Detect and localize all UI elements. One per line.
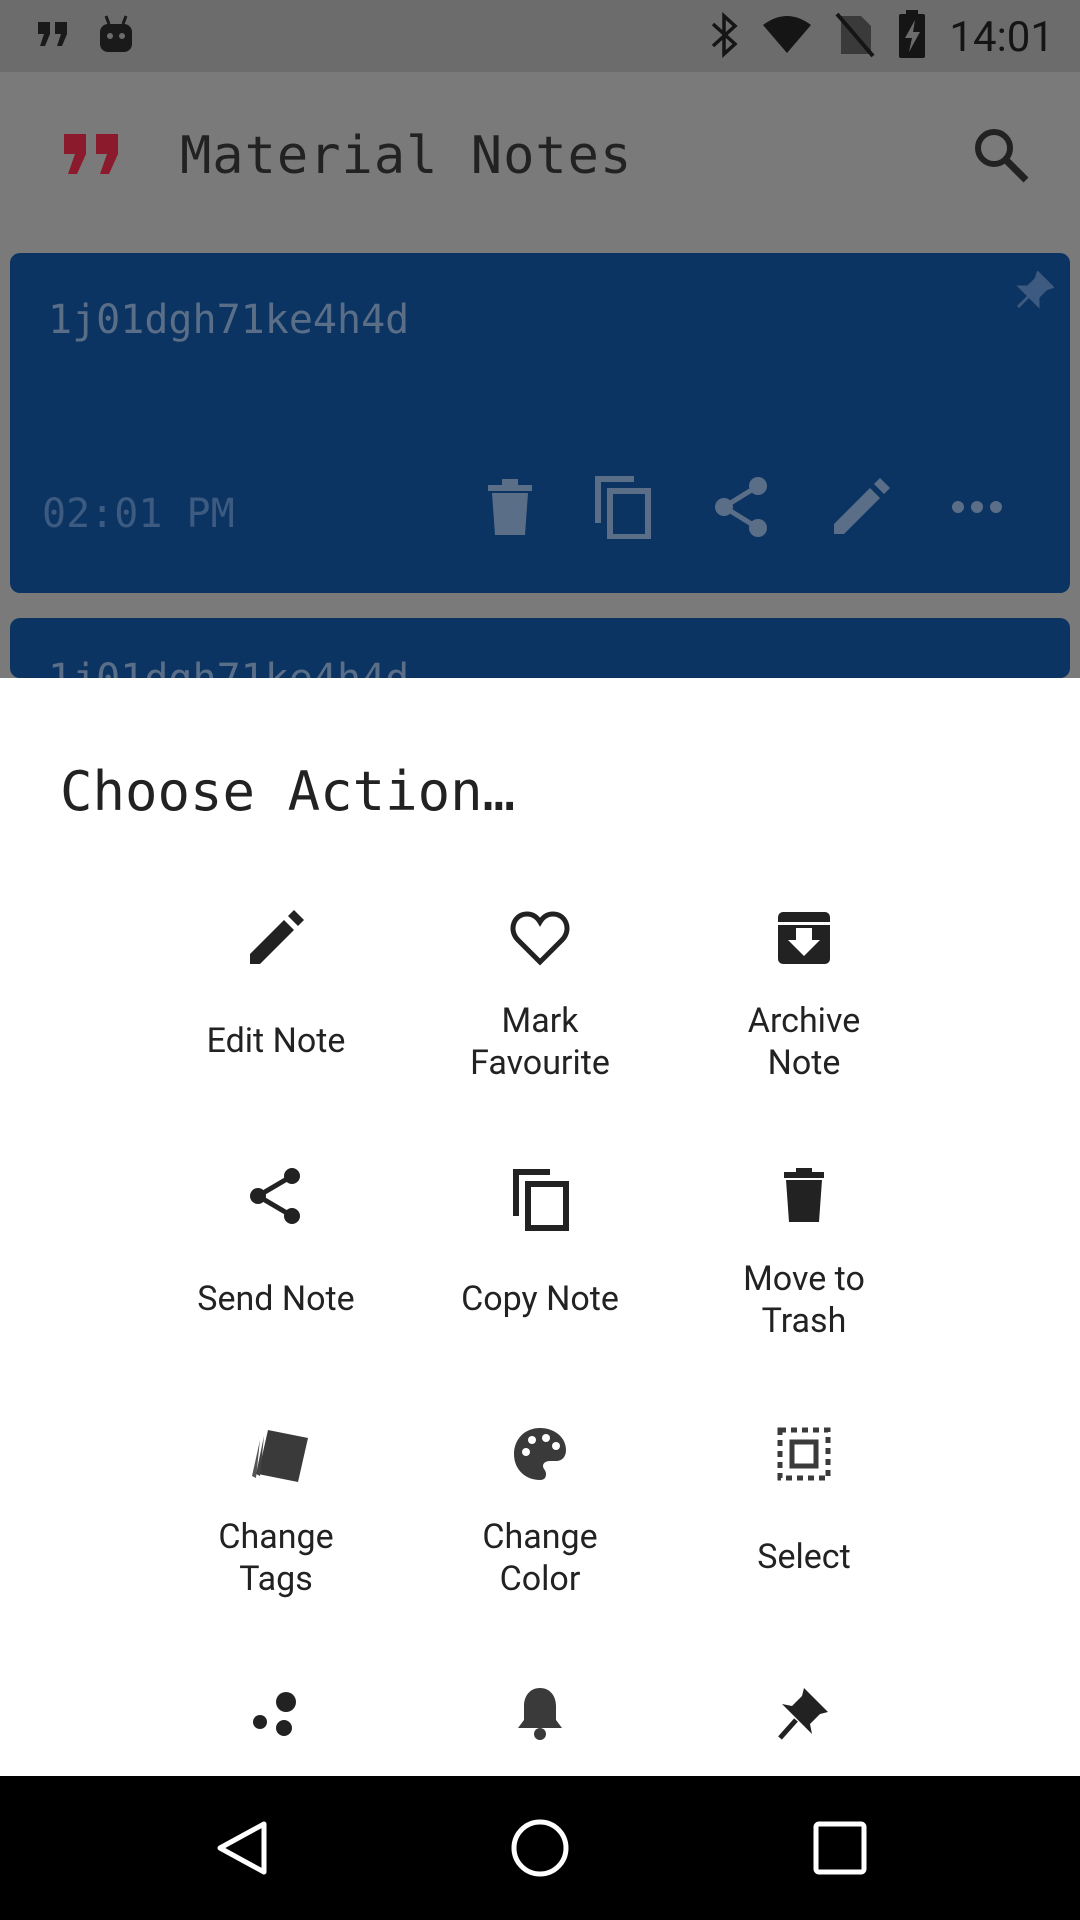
sheet-title: Choose Action… <box>60 760 516 823</box>
status-bar: 14:01 <box>0 0 1080 72</box>
quote-logo-icon <box>62 132 122 181</box>
no-sim-icon <box>835 12 875 63</box>
clock: 14:01 <box>949 13 1054 62</box>
quote-notification-icon <box>36 20 70 53</box>
change-tags-action[interactable]: Change Tags <box>144 1424 408 1624</box>
heart-outline-icon <box>510 908 570 968</box>
action-label: Select <box>757 1537 851 1577</box>
move-to-trash-action[interactable]: Move to Trash <box>672 1166 936 1366</box>
copy-icon <box>510 1166 570 1231</box>
copy-icon[interactable] <box>594 475 652 544</box>
app-title: Material Notes <box>180 126 633 186</box>
action-label: Copy Note <box>461 1279 619 1319</box>
select-action[interactable]: Select <box>672 1424 936 1624</box>
note-actions <box>488 475 1002 544</box>
reminder-action[interactable] <box>408 1682 672 1776</box>
bluetooth-icon <box>709 12 739 63</box>
select-icon <box>774 1424 834 1484</box>
system-nav-bar <box>0 1776 1080 1920</box>
pin-action[interactable] <box>672 1682 936 1776</box>
change-color-action[interactable]: Change Color <box>408 1424 672 1624</box>
action-label: Change <box>218 1517 334 1557</box>
share-icon[interactable] <box>714 476 770 543</box>
action-label: Note <box>767 1043 841 1083</box>
bell-icon <box>510 1682 570 1742</box>
bubbles-action[interactable] <box>144 1682 408 1776</box>
pin-icon <box>774 1682 834 1742</box>
recents-icon[interactable] <box>810 1818 870 1883</box>
action-label: Trash <box>761 1301 847 1341</box>
bubbles-icon <box>246 1682 306 1742</box>
palette-icon <box>510 1424 570 1484</box>
note-card[interactable]: 1j01dgh71ke4h4d 02:01 PM <box>10 253 1070 593</box>
action-label: Color <box>499 1559 581 1599</box>
home-icon[interactable] <box>510 1818 570 1883</box>
action-label: Send Note <box>197 1279 355 1319</box>
battery-charging-icon <box>897 10 927 65</box>
note-title: 1j01dgh71ke4h4d <box>48 297 410 343</box>
action-label: Move to <box>743 1259 865 1299</box>
action-label: Tags <box>239 1559 313 1599</box>
more-icon[interactable] <box>952 500 1002 519</box>
action-label: Edit Note <box>206 1021 346 1061</box>
delete-icon[interactable] <box>488 479 532 540</box>
tags-icon <box>246 1424 308 1484</box>
send-note-action[interactable]: Send Note <box>144 1166 408 1366</box>
search-icon[interactable] <box>972 126 1030 189</box>
archive-icon <box>774 908 834 968</box>
edit-note-action[interactable]: Edit Note <box>144 908 408 1108</box>
action-label: Archive <box>747 1001 861 1041</box>
action-label: Change <box>482 1517 598 1557</box>
share-icon <box>246 1166 306 1226</box>
edit-icon[interactable] <box>832 478 890 541</box>
copy-note-action[interactable]: Copy Note <box>408 1166 672 1366</box>
back-icon[interactable] <box>212 1818 272 1883</box>
edit-icon <box>246 908 306 968</box>
app-toolbar: Material Notes <box>0 72 1080 244</box>
action-bottom-sheet: Choose Action… Edit Note Mark Favourite … <box>0 678 1080 1776</box>
note-card[interactable]: 1j01dgh71ke4h4d <box>10 618 1070 702</box>
action-label: Mark <box>501 1001 579 1041</box>
note-time: 02:01 PM <box>42 491 235 537</box>
delete-icon <box>774 1166 834 1226</box>
action-label: Favourite <box>470 1043 610 1083</box>
wifi-icon <box>761 15 813 60</box>
archive-note-action[interactable]: Archive Note <box>672 908 936 1108</box>
android-notification-icon <box>98 14 134 59</box>
pin-icon[interactable] <box>1014 270 1055 316</box>
mark-favourite-action[interactable]: Mark Favourite <box>408 908 672 1108</box>
